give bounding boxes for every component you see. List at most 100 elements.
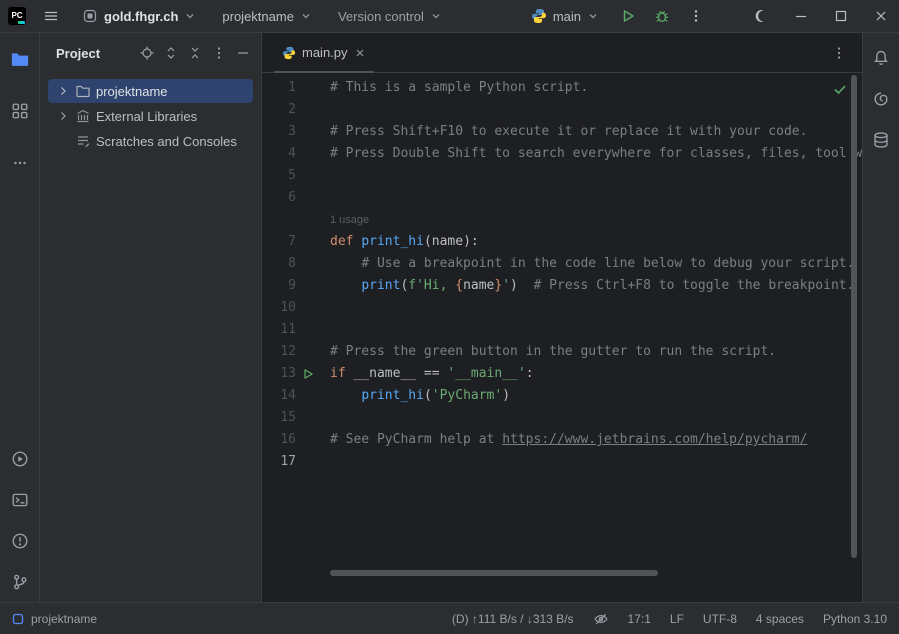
status-encoding[interactable]: UTF-8 <box>703 612 737 626</box>
line-number: 3 <box>262 121 296 143</box>
panel-options-icon[interactable] <box>207 41 231 65</box>
chevron-down-icon <box>184 10 196 22</box>
line-number: 2 <box>262 99 296 121</box>
more-toolwindows-icon[interactable] <box>7 150 33 176</box>
minimize-button[interactable] <box>783 0 819 32</box>
debug-button[interactable] <box>649 3 675 29</box>
tab-main-py[interactable]: main.py <box>274 33 374 73</box>
code-line[interactable]: 6 <box>262 187 862 209</box>
database-icon[interactable] <box>868 127 894 153</box>
tree-item-projektname[interactable]: projektname <box>48 79 253 103</box>
status-indent[interactable]: 4 spaces <box>756 612 804 626</box>
python-icon <box>531 8 547 24</box>
run-toolwindow-icon[interactable] <box>7 446 33 472</box>
notifications-bell-icon[interactable] <box>868 45 894 71</box>
code-line[interactable]: 7def print_hi(name): <box>262 231 862 253</box>
scratches-icon <box>74 133 92 149</box>
project-toolwindow-icon[interactable] <box>7 46 33 72</box>
line-number: 17 <box>262 451 296 473</box>
tree-item-label: Scratches and Consoles <box>96 134 237 149</box>
project-switcher[interactable]: gold.fhgr.ch <box>76 4 202 28</box>
expand-all-icon[interactable] <box>159 41 183 65</box>
inlay-hint-line[interactable]: 1 usage <box>262 209 862 231</box>
version-control-widget[interactable]: Version control <box>332 5 448 28</box>
collapse-all-icon[interactable] <box>183 41 207 65</box>
code-line[interactable]: 8 # Use a breakpoint in the code line be… <box>262 253 862 275</box>
code-line[interactable]: 15 <box>262 407 862 429</box>
git-toolwindow-icon[interactable] <box>7 569 33 595</box>
inspections-ok-icon[interactable] <box>832 81 848 97</box>
horizontal-scrollbar[interactable] <box>330 570 658 576</box>
vertical-scrollbar[interactable] <box>851 75 857 558</box>
usages-inlay-hint[interactable]: 1 usage <box>330 214 369 226</box>
structure-toolwindow-icon[interactable] <box>7 98 33 124</box>
ai-assistant-icon[interactable] <box>868 86 894 112</box>
left-toolwindow-rail <box>0 33 40 602</box>
status-caret-position[interactable]: 17:1 <box>628 612 651 626</box>
code-editor[interactable]: 1# This is a sample Python script.23# Pr… <box>262 73 862 602</box>
code-line[interactable]: 1# This is a sample Python script. <box>262 77 862 99</box>
highlighting-level-icon[interactable] <box>593 611 609 627</box>
tree-item-scratches[interactable]: Scratches and Consoles <box>48 129 253 153</box>
tree-item-external-libraries[interactable]: External Libraries <box>48 104 253 128</box>
line-number: 5 <box>262 165 296 187</box>
locate-file-icon[interactable] <box>135 41 159 65</box>
hide-panel-icon[interactable] <box>231 41 255 65</box>
editor-options-icon[interactable] <box>826 40 852 66</box>
line-number: 9 <box>262 275 296 297</box>
hamburger-menu-icon[interactable] <box>38 3 64 29</box>
code-line[interactable]: 10 <box>262 297 862 319</box>
status-interpreter[interactable]: Python 3.10 <box>823 612 887 626</box>
project-panel-title: Project <box>56 46 100 61</box>
code-line[interactable]: 9 print(f'Hi, {name}') # Press Ctrl+F8 t… <box>262 275 862 297</box>
branch-widget-label: projektname <box>222 9 294 24</box>
python-icon <box>282 46 296 60</box>
problems-toolwindow-icon[interactable] <box>7 528 33 554</box>
version-control-label: Version control <box>338 9 424 24</box>
chevron-right-icon[interactable] <box>56 110 70 122</box>
line-number: 13 <box>262 363 296 385</box>
right-toolwindow-rail <box>862 33 899 602</box>
code-line[interactable]: 3# Press Shift+F10 to execute it or repl… <box>262 121 862 143</box>
line-number: 11 <box>262 319 296 341</box>
run-config-widget[interactable]: main <box>525 4 605 28</box>
code-line[interactable]: 14 print_hi('PyCharm') <box>262 385 862 407</box>
theme-toggle-icon[interactable] <box>743 0 779 32</box>
status-line-ending[interactable]: LF <box>670 612 684 626</box>
line-number: 8 <box>262 253 296 275</box>
code-line[interactable]: 17 <box>262 451 862 473</box>
editor-area: main.py 1# This is a sample Python scrip… <box>262 33 862 602</box>
code-line[interactable]: 2 <box>262 99 862 121</box>
status-network: (D) ↑111 B/s / ↓313 B/s <box>452 612 574 626</box>
run-button[interactable] <box>615 3 641 29</box>
tree-item-label: projektname <box>96 84 168 99</box>
line-number <box>262 209 296 231</box>
code-line[interactable]: 12# Press the green button in the gutter… <box>262 341 862 363</box>
project-panel-header: Project <box>40 33 261 73</box>
more-actions-icon[interactable] <box>683 3 709 29</box>
chevron-down-icon <box>430 10 442 22</box>
run-line-gutter-icon[interactable] <box>296 363 330 385</box>
tab-label: main.py <box>302 45 348 60</box>
line-number: 4 <box>262 143 296 165</box>
line-number: 6 <box>262 187 296 209</box>
branch-widget[interactable]: projektname <box>216 5 318 28</box>
status-project-label: projektname <box>31 612 97 626</box>
line-number: 16 <box>262 429 296 451</box>
tab-close-icon[interactable] <box>354 47 366 59</box>
chevron-right-icon[interactable] <box>56 85 70 97</box>
terminal-toolwindow-icon[interactable] <box>7 487 33 513</box>
close-button[interactable] <box>863 0 899 32</box>
project-tree: projektname External Libraries Scratches… <box>40 73 261 153</box>
code-line[interactable]: 4# Press Double Shift to search everywhe… <box>262 143 862 165</box>
maximize-button[interactable] <box>823 0 859 32</box>
title-bar: PC gold.fhgr.ch projektname Version cont… <box>0 0 899 33</box>
libraries-icon <box>74 108 92 124</box>
line-number: 12 <box>262 341 296 363</box>
code-line[interactable]: 13if __name__ == '__main__': <box>262 363 862 385</box>
code-line[interactable]: 5 <box>262 165 862 187</box>
pycharm-logo-icon: PC <box>8 7 26 25</box>
code-line[interactable]: 11 <box>262 319 862 341</box>
code-line[interactable]: 16# See PyCharm help at https://www.jetb… <box>262 429 862 451</box>
tree-item-label: External Libraries <box>96 109 197 124</box>
